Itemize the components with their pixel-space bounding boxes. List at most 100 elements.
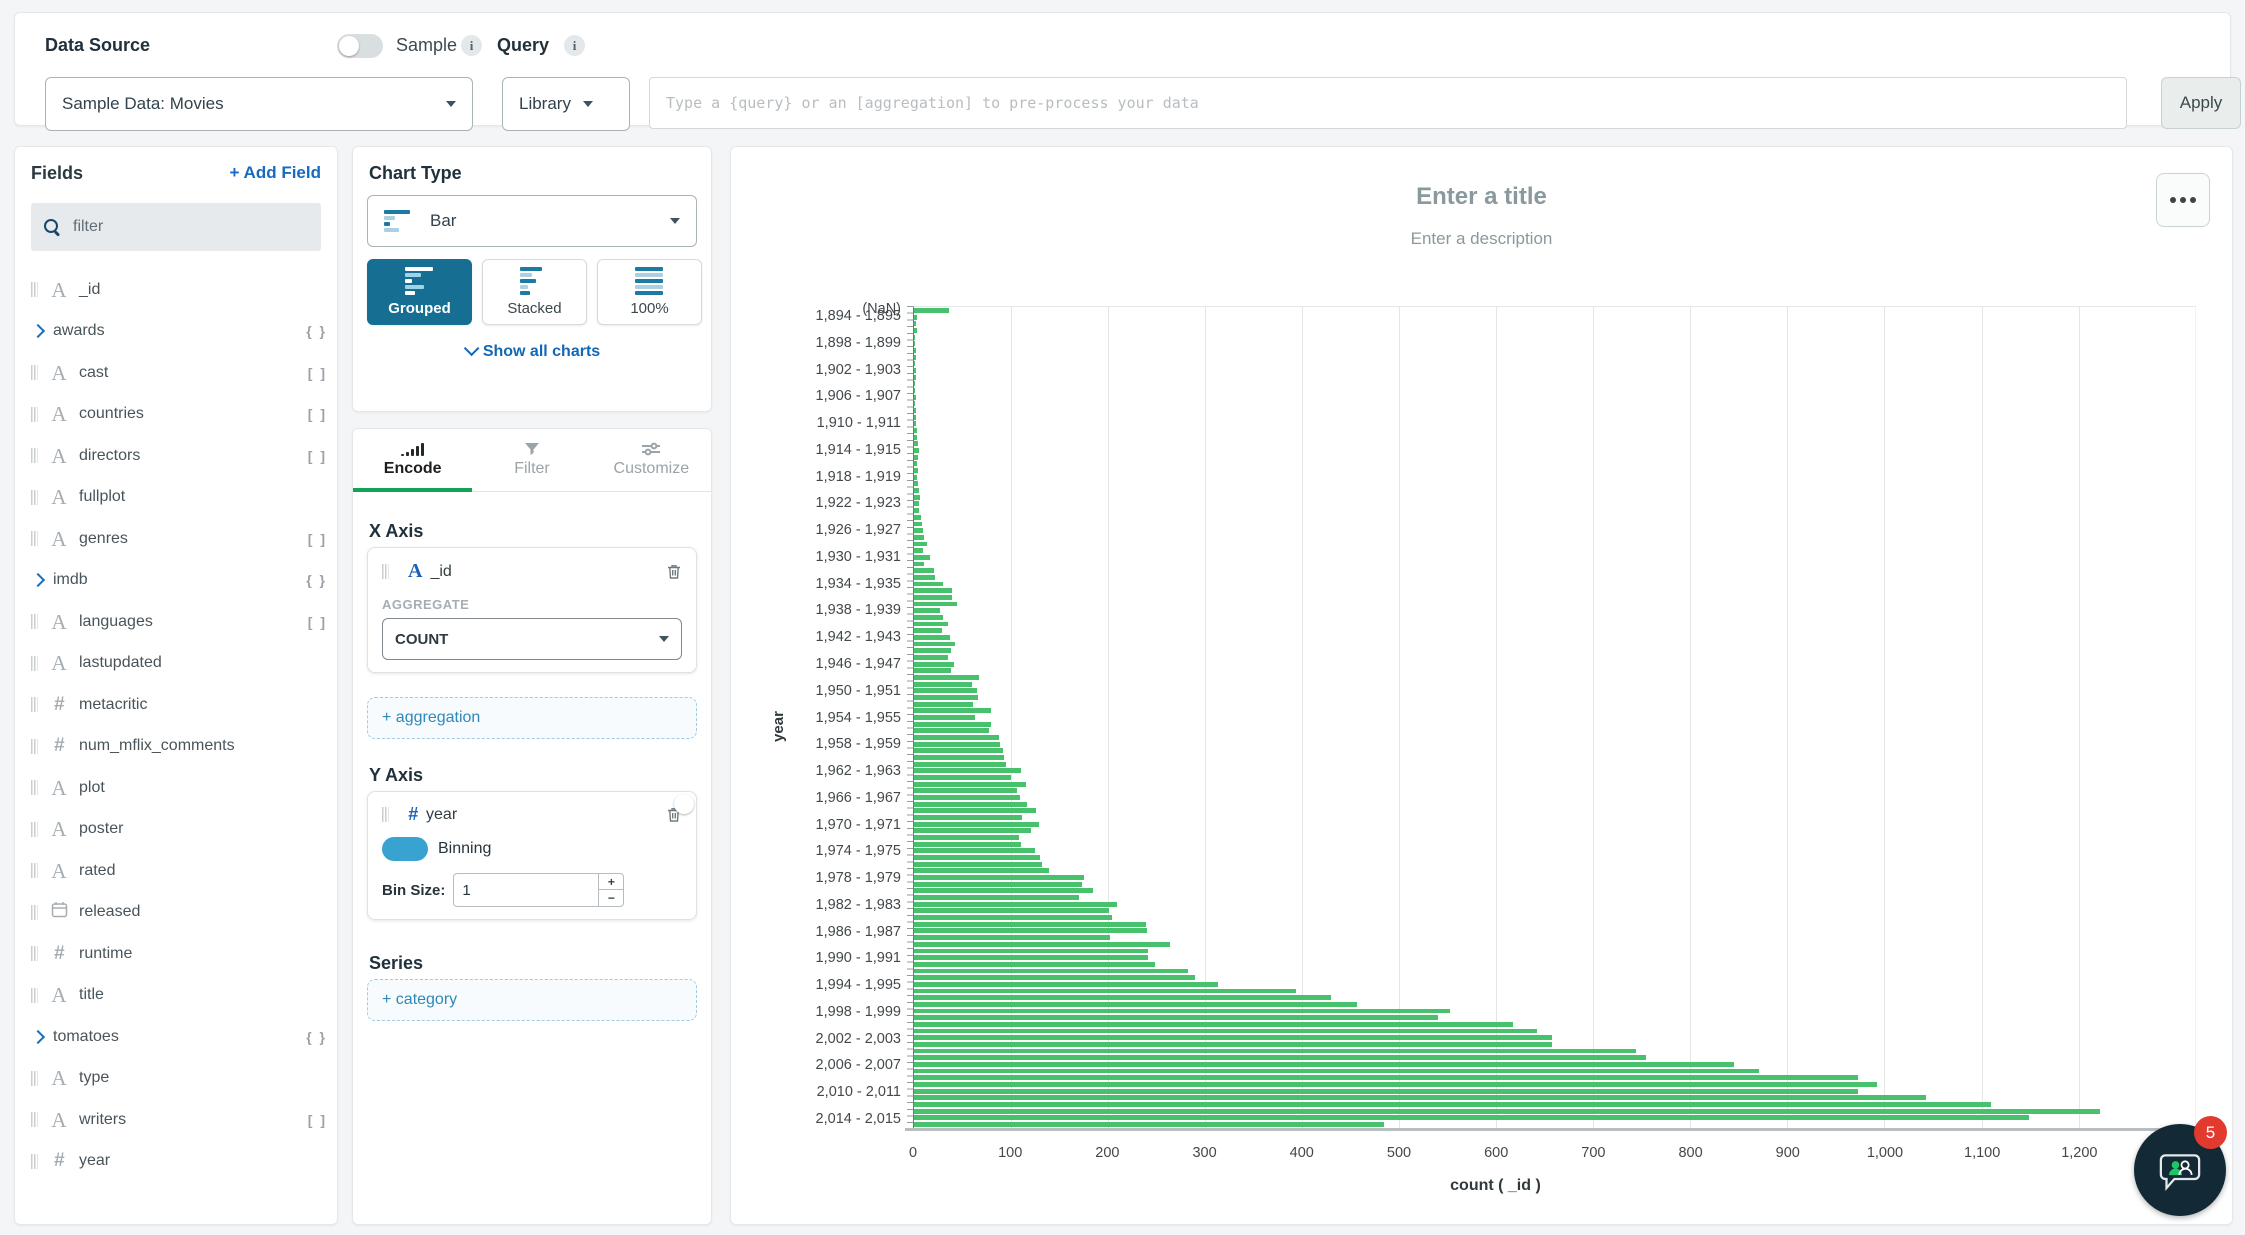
bar[interactable] (914, 348, 916, 353)
bar[interactable] (914, 662, 954, 667)
chart-menu-button[interactable] (2156, 173, 2210, 227)
bar[interactable] (914, 682, 972, 687)
chart-description[interactable]: Enter a description (731, 229, 2232, 249)
bar[interactable] (914, 728, 989, 733)
bar[interactable] (914, 928, 1147, 933)
bar[interactable] (914, 722, 991, 727)
sample-toggle[interactable] (337, 34, 383, 58)
data-source-select[interactable]: Sample Data: Movies (45, 77, 473, 131)
bar[interactable] (914, 1069, 1759, 1074)
bar[interactable] (914, 555, 930, 560)
field-row[interactable]: Alanguages[ ] (31, 601, 327, 643)
drag-handle-icon[interactable] (31, 1112, 38, 1127)
bar[interactable] (914, 642, 955, 647)
bar[interactable] (914, 795, 1020, 800)
bar[interactable] (914, 1075, 1858, 1080)
bar[interactable] (914, 542, 927, 547)
bar[interactable] (914, 381, 915, 386)
bar[interactable] (914, 375, 916, 380)
bar[interactable] (914, 655, 948, 660)
bar[interactable] (914, 341, 915, 346)
bar[interactable] (914, 1089, 1858, 1094)
bar[interactable] (914, 588, 952, 593)
bar[interactable] (914, 828, 1031, 833)
bar[interactable] (914, 882, 1082, 887)
bar[interactable] (914, 862, 1042, 867)
field-row[interactable]: #metacritic (31, 684, 327, 726)
bar[interactable] (914, 488, 919, 493)
bar[interactable] (914, 475, 917, 480)
bar[interactable] (914, 1082, 1877, 1087)
bar[interactable] (914, 915, 1112, 920)
bar[interactable] (914, 648, 951, 653)
field-search-box[interactable] (31, 203, 321, 251)
bar[interactable] (914, 1115, 2029, 1120)
subtype-grouped-button[interactable]: Grouped (367, 259, 472, 325)
bar[interactable] (914, 875, 1084, 880)
field-row[interactable]: #num_mflix_comments (31, 726, 327, 768)
drag-handle-icon[interactable] (382, 807, 389, 822)
field-row[interactable]: Arated (31, 850, 327, 892)
add-aggregation-button[interactable]: + aggregation (367, 697, 697, 739)
bar[interactable] (914, 895, 1079, 900)
field-filter-input[interactable] (71, 217, 309, 237)
field-row[interactable]: Acountries[ ] (31, 394, 327, 436)
tab-encode[interactable]: Encode (353, 429, 472, 491)
bar[interactable] (914, 702, 973, 707)
library-dropdown[interactable]: Library (502, 77, 630, 131)
expand-chevron-icon[interactable] (31, 573, 45, 587)
bar[interactable] (914, 715, 975, 720)
bar[interactable] (914, 1062, 1734, 1067)
bar[interactable] (914, 942, 1170, 947)
bar[interactable] (914, 982, 1218, 987)
expand-chevron-icon[interactable] (31, 1030, 45, 1044)
field-row[interactable]: Aposter (31, 809, 327, 851)
bar[interactable] (914, 762, 1006, 767)
field-row[interactable]: #year (31, 1141, 327, 1183)
bar[interactable] (914, 868, 1049, 873)
bar[interactable] (914, 335, 915, 340)
add-field-button[interactable]: + Add Field (230, 163, 321, 183)
bar[interactable] (914, 675, 979, 680)
field-row[interactable]: imdb{ } (31, 560, 327, 602)
bar[interactable] (914, 401, 915, 406)
chart-title[interactable]: Enter a title (731, 183, 2232, 211)
bin-size-input[interactable] (453, 873, 598, 907)
subtype-stacked-button[interactable]: Stacked (482, 259, 587, 325)
bar[interactable] (914, 321, 916, 326)
bar[interactable] (914, 995, 1331, 1000)
drag-handle-icon[interactable] (31, 739, 38, 754)
bar[interactable] (914, 955, 1148, 960)
bar[interactable] (914, 628, 942, 633)
field-row[interactable]: tomatoes{ } (31, 1016, 327, 1058)
field-row[interactable]: Aplot (31, 767, 327, 809)
query-input[interactable] (649, 77, 2127, 129)
bar[interactable] (914, 815, 1022, 820)
bar[interactable] (914, 1022, 1513, 1027)
bar[interactable] (914, 355, 916, 360)
bar[interactable] (914, 888, 1093, 893)
chart-type-select[interactable]: Bar (367, 195, 697, 247)
bar[interactable] (914, 615, 943, 620)
bar[interactable] (914, 835, 1019, 840)
bar[interactable] (914, 361, 915, 366)
query-info-icon[interactable]: i (564, 35, 585, 56)
field-row[interactable]: Atype (31, 1058, 327, 1100)
bar[interactable] (914, 1109, 2100, 1114)
field-row[interactable]: released (31, 892, 327, 934)
drag-handle-icon[interactable] (31, 1154, 38, 1169)
bar[interactable] (914, 608, 940, 613)
bar[interactable] (914, 421, 916, 426)
bar[interactable] (914, 575, 935, 580)
drag-handle-icon[interactable] (31, 365, 38, 380)
drag-handle-icon[interactable] (31, 905, 38, 920)
bar[interactable] (914, 1042, 1552, 1047)
drag-handle-icon[interactable] (382, 564, 389, 579)
bar[interactable] (914, 962, 1155, 967)
bar[interactable] (914, 775, 1011, 780)
bar[interactable] (914, 508, 919, 513)
bar[interactable] (914, 768, 1021, 773)
bar[interactable] (914, 1035, 1552, 1040)
drag-handle-icon[interactable] (31, 822, 38, 837)
drag-handle-icon[interactable] (31, 697, 38, 712)
